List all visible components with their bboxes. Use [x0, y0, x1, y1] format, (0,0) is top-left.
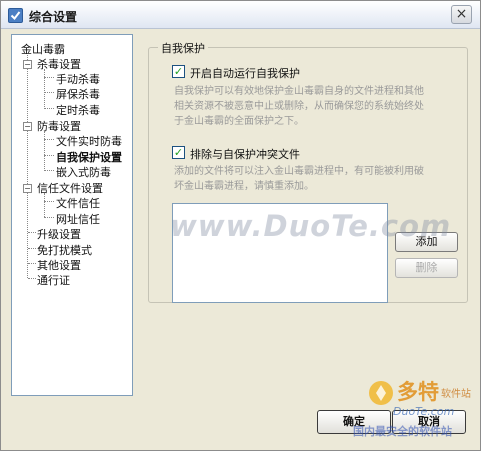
auto-self-protection-checkbox[interactable]: ✓ — [172, 65, 185, 78]
tree-branch — [44, 92, 54, 93]
watermark-tagline: 国内最安全的软件站 — [353, 425, 452, 438]
tree-item-file-trust[interactable]: 文件信任 — [56, 195, 100, 211]
tree-item-realtime-protection[interactable]: 文件实时防毒 — [56, 133, 122, 149]
tree-branch — [44, 108, 54, 109]
collapse-icon[interactable]: − — [23, 60, 32, 69]
tree-item-embedded-protection[interactable]: 嵌入式防毒 — [56, 164, 111, 180]
exclude-conflict-description: 添加的文件将可以注入金山毒霸进程中，有可能被利用破 坏金山毒霸进程，请慎重添加。 — [174, 164, 454, 194]
settings-window: 综合设置 × 金山毒霸 − 杀毒设置 手动杀毒 屏保杀毒 定时杀毒 − 防毒设置… — [0, 0, 481, 451]
tree-item-url-trust[interactable]: 网址信任 — [56, 211, 100, 227]
tree-guide-line — [44, 69, 45, 109]
tree-root[interactable]: 金山毒霸 — [21, 41, 65, 57]
close-button[interactable]: × — [451, 5, 472, 24]
tree-branch — [44, 217, 54, 218]
tree-item-self-protection[interactable]: 自我保护设置 — [56, 149, 122, 165]
tree-item-other-settings[interactable]: 其他设置 — [37, 257, 81, 273]
checkmark-icon: ✓ — [173, 65, 184, 78]
settings-tree: 金山毒霸 − 杀毒设置 手动杀毒 屏保杀毒 定时杀毒 − 防毒设置 文件实时防毒… — [11, 34, 133, 396]
exclude-conflict-checkbox[interactable]: ✓ — [172, 146, 185, 159]
auto-self-protection-label: 开启自动运行自我保护 — [190, 67, 300, 80]
app-check-icon — [8, 8, 23, 23]
tree-guide-line — [27, 55, 28, 278]
tree-item-scheduled-scan[interactable]: 定时杀毒 — [56, 102, 100, 118]
self-protection-description: 自我保护可以有效地保护金山毒霸自身的文件进程和其他 相关资源不被恶意中止或删除，… — [174, 84, 454, 129]
description-line: 添加的文件将可以注入金山毒霸进程中，有可能被利用破 — [174, 166, 424, 177]
tree-branch — [28, 278, 36, 279]
self-protection-group: 自我保护 ✓ 开启自动运行自我保护 自我保护可以有效地保护金山毒霸自身的文件进程… — [148, 40, 468, 303]
logo-url: DuoTe.com — [393, 405, 454, 418]
description-line: 相关资源不被恶意中止或删除，从而确保您的系统始终处 — [174, 101, 424, 112]
checkmark-icon: ✓ — [173, 146, 184, 159]
tree-branch — [44, 139, 54, 140]
logo-brand: 多特 — [397, 380, 439, 404]
tree-branch — [44, 155, 54, 156]
tree-branch — [28, 263, 36, 264]
delete-button[interactable]: 删除 — [395, 258, 458, 278]
tree-branch — [28, 232, 36, 233]
exclude-conflict-label: 排除与自保护冲突文件 — [190, 148, 300, 161]
close-icon: × — [455, 6, 468, 22]
description-line: 坏金山毒霸进程，请慎重添加。 — [174, 181, 314, 192]
tree-item-trust-settings[interactable]: 信任文件设置 — [37, 180, 103, 196]
group-title: 自我保护 — [158, 40, 208, 56]
tree-branch — [44, 77, 54, 78]
title-bar: 综合设置 × — [1, 1, 480, 29]
collapse-icon[interactable]: − — [23, 122, 32, 131]
tree-item-passport[interactable]: 通行证 — [37, 272, 70, 288]
tree-branch — [28, 248, 36, 249]
watermark-text: www.DuoTe.com — [170, 209, 452, 243]
tree-guide-line — [44, 193, 45, 217]
collapse-icon[interactable]: − — [23, 184, 32, 193]
logo-sub: 软件站 — [441, 387, 471, 400]
description-line: 自我保护可以有效地保护金山毒霸自身的文件进程和其他 — [174, 86, 424, 97]
tree-item-do-not-disturb[interactable]: 免打扰模式 — [37, 242, 92, 258]
window-title: 综合设置 — [29, 10, 78, 24]
description-line: 于金山毒霸的全面保护之下。 — [174, 116, 304, 127]
tree-branch — [44, 201, 54, 202]
tree-item-update-settings[interactable]: 升级设置 — [37, 226, 81, 242]
tree-item-manual-scan[interactable]: 手动杀毒 — [56, 71, 100, 87]
tree-branch — [44, 170, 54, 171]
tree-guide-line — [44, 131, 45, 171]
check-icon — [10, 11, 21, 21]
tree-item-screensaver-scan[interactable]: 屏保杀毒 — [56, 86, 100, 102]
